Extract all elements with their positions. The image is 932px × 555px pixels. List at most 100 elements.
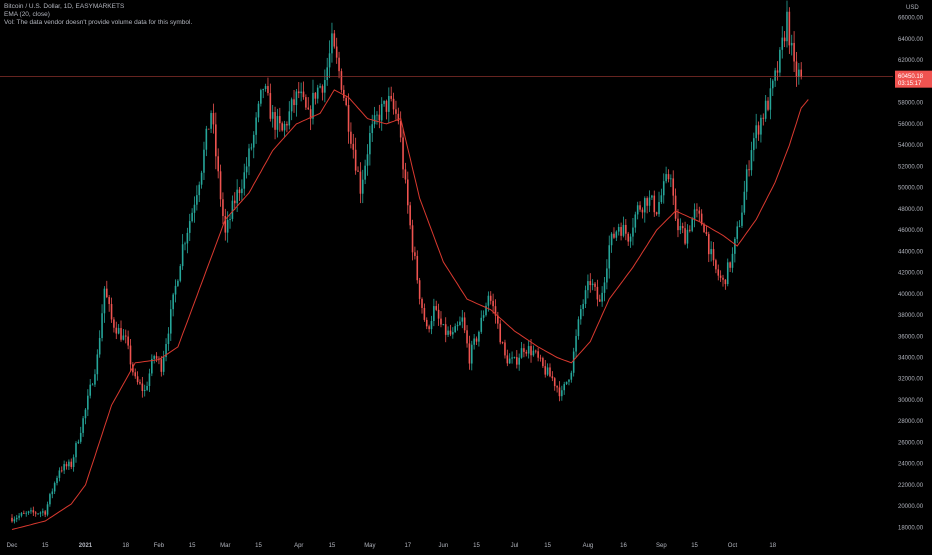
candle[interactable] — [572, 347, 575, 377]
y-tick-label: 56000.00 — [898, 122, 924, 128]
candle-body — [636, 205, 639, 215]
candle-body — [499, 323, 502, 343]
candle-body — [364, 165, 366, 180]
candle-body — [136, 376, 139, 383]
legend-symbol[interactable]: Bitcoin / U.S. Dollar, 1D, EASYMARKETS — [4, 3, 192, 11]
candle-body — [143, 389, 146, 391]
y-tick-label: 58000.00 — [898, 101, 924, 107]
candle-body — [411, 225, 414, 253]
candle-body — [435, 306, 438, 310]
chart-root[interactable]: 18000.00 20000.00 22000.00 24000.00 26000.00… — [0, 0, 932, 550]
candle[interactable] — [409, 201, 411, 230]
candle-body — [271, 112, 274, 119]
candle-body — [487, 295, 490, 306]
candle-body — [248, 148, 250, 167]
currency-label[interactable]: USD — [906, 5, 919, 11]
candle[interactable] — [207, 128, 210, 130]
candle-body — [584, 290, 587, 304]
candle-body — [470, 344, 473, 364]
candle-body — [70, 461, 73, 467]
candle-body — [544, 366, 547, 375]
candle-body — [523, 348, 525, 352]
candle-body — [60, 470, 63, 472]
candle-body — [459, 321, 461, 326]
candle-body — [707, 234, 710, 255]
candle-body — [712, 249, 715, 261]
candle-body — [603, 282, 606, 293]
candle-body — [146, 385, 148, 390]
candle-body — [352, 143, 355, 150]
candle-body — [191, 212, 193, 222]
candle-body — [53, 483, 56, 492]
candle-body — [632, 227, 634, 237]
candle[interactable] — [726, 258, 729, 287]
candle-body — [293, 99, 295, 106]
candle[interactable] — [340, 68, 343, 93]
candle-body — [558, 387, 561, 397]
candle-body — [350, 131, 352, 144]
candle-body — [160, 359, 163, 372]
candle-body — [94, 374, 96, 385]
candle-body — [760, 117, 762, 135]
candle-body — [184, 243, 186, 245]
x-tick-label: 16 — [620, 543, 627, 549]
y-tick-label: 64000.00 — [898, 37, 924, 43]
candle-body — [366, 154, 369, 166]
candle-body — [610, 233, 613, 246]
candle-body — [686, 229, 689, 244]
candle[interactable] — [779, 47, 781, 77]
y-tick-label: 42000.00 — [898, 271, 924, 277]
candle-body — [736, 226, 739, 239]
candle-body — [321, 86, 324, 93]
candle-body — [551, 376, 554, 379]
candle-body — [667, 174, 670, 180]
candle-body — [243, 172, 246, 189]
candle-body — [37, 513, 39, 515]
candle-body — [662, 181, 665, 196]
candle-body — [369, 133, 371, 155]
y-tick-label: 52000.00 — [898, 164, 924, 170]
candle-body — [141, 383, 144, 391]
candle-body — [44, 511, 46, 515]
candle-body — [468, 343, 471, 364]
candle-body — [447, 330, 449, 335]
candle-body — [696, 209, 698, 211]
y-tick-label: 30000.00 — [898, 398, 924, 404]
candle-body — [20, 513, 23, 516]
candle-body — [68, 461, 70, 467]
candle-body — [399, 121, 402, 138]
candle-body — [693, 209, 696, 219]
x-tick-label: Jul — [511, 543, 519, 549]
candle-body — [715, 260, 717, 270]
y-tick-label: 44000.00 — [898, 249, 924, 255]
candlestick-chart[interactable]: 18000.00 20000.00 22000.00 24000.00 26000.00… — [0, 0, 932, 550]
candle-body — [428, 326, 430, 330]
candle-body — [115, 327, 118, 334]
candle-body — [295, 91, 298, 106]
candle-body — [252, 134, 255, 148]
candle-body — [255, 117, 257, 135]
candle-body — [378, 114, 381, 121]
candle-body — [212, 113, 215, 125]
candle-body — [757, 125, 760, 135]
candle-body — [549, 367, 551, 377]
candle-body — [297, 91, 300, 94]
candle[interactable] — [179, 263, 182, 283]
candle-body — [577, 319, 580, 337]
candle-body — [281, 123, 283, 131]
x-tick-label: Oct — [728, 543, 738, 549]
candle-body — [513, 357, 516, 358]
candle-body — [466, 330, 468, 344]
candle-body — [738, 225, 741, 227]
candle-body — [473, 338, 475, 345]
legend-ema[interactable]: EMA (20, close) — [4, 11, 192, 19]
candle-body — [333, 33, 336, 47]
candle-body — [286, 123, 288, 126]
candle-body — [371, 124, 374, 134]
candle-body — [79, 432, 82, 442]
candle-body — [534, 350, 537, 352]
candle-body — [629, 236, 632, 242]
y-tick-label: 20000.00 — [898, 504, 924, 510]
candle-body — [233, 200, 236, 204]
candle-body — [520, 348, 523, 358]
